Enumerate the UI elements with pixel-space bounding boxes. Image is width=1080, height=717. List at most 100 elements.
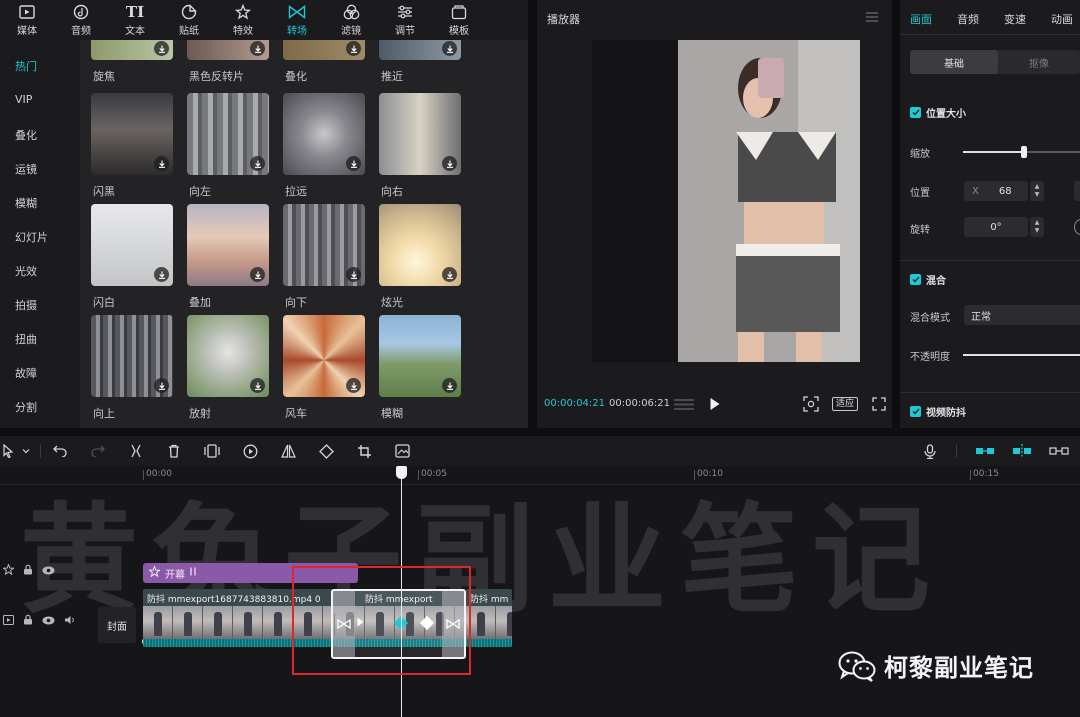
fit-button[interactable]: 适应 [832,397,859,411]
fullscreen-icon[interactable] [872,397,886,414]
effect-card[interactable]: 叠加 [187,204,269,310]
lock-icon[interactable] [23,614,33,628]
download-icon[interactable] [442,267,457,282]
effect-clip[interactable]: 开幕 [143,563,358,583]
effect-card[interactable]: 叠化 [283,40,365,84]
video-clip-1[interactable]: 防抖 mmexport1687743883810.mp4 0 [143,589,335,647]
effect-card[interactable]: 闪黑 [91,93,173,199]
category-light[interactable]: 光效 [15,263,37,279]
playhead-handle[interactable] [396,466,407,479]
transition-handle-left[interactable] [333,591,355,657]
download-icon[interactable] [154,156,169,171]
timeline-grid-icon[interactable] [674,398,694,414]
tool-effects[interactable]: 特效 [216,0,270,40]
redo-icon[interactable] [90,443,106,459]
reverse-play-icon[interactable] [242,443,258,459]
download-icon[interactable] [346,378,361,393]
download-icon[interactable] [442,378,457,393]
tab-picture[interactable]: 画面 [910,11,932,27]
chevron-down-icon[interactable] [18,443,34,459]
stabilize-section[interactable]: 视频防抖 [910,404,966,419]
chevron-down-icon[interactable]: ▼ [1035,227,1040,235]
play-icon[interactable] [709,397,721,414]
lock-icon[interactable] [23,564,33,578]
select-tool-icon[interactable] [0,443,16,459]
rotate-field[interactable]: 0° [964,217,1028,237]
keyframe-diamond-icon[interactable] [419,615,435,631]
video-clip-3[interactable]: 防抖 mm [466,589,512,647]
effect-card[interactable]: 旋焦 [91,40,173,84]
download-icon[interactable] [346,156,361,171]
tool-transition[interactable]: 转场 [270,0,324,40]
download-icon[interactable] [154,378,169,393]
effect-card[interactable]: 推近 [379,40,461,84]
download-icon[interactable] [442,41,457,56]
transition-handle-right[interactable] [442,591,464,657]
rotate-icon[interactable] [318,443,334,459]
tool-filter[interactable]: 滤镜 [324,0,378,40]
blend-mode-select[interactable]: 正常 [964,305,1080,325]
effect-card[interactable]: 放射 [187,315,269,421]
download-icon[interactable] [346,267,361,282]
tool-template[interactable]: 模板 [432,0,486,40]
download-icon[interactable] [250,267,265,282]
eye-icon[interactable] [42,565,55,578]
freeze-frame-icon[interactable] [204,443,220,459]
effect-card[interactable]: 向下 [283,204,365,310]
download-icon[interactable] [154,41,169,56]
eye-icon[interactable] [42,615,55,628]
category-vip[interactable]: VIP [15,93,32,106]
scale-slider-handle[interactable] [1020,146,1027,158]
subtab-basic[interactable]: 基础 [910,50,998,74]
download-icon[interactable] [250,41,265,56]
transition-selection[interactable] [331,589,466,659]
chevron-down-icon[interactable]: ▼ [1035,191,1040,199]
position-y-field[interactable] [1074,181,1080,201]
effect-card[interactable]: 向上 [91,315,173,421]
chevron-up-icon[interactable]: ▲ [1035,183,1040,191]
rotate-stepper[interactable]: ▲ ▼ [1030,217,1044,237]
auto-snap-icon[interactable] [1011,443,1033,459]
download-icon[interactable] [250,156,265,171]
category-glitch[interactable]: 故障 [15,365,37,381]
chevron-up-icon[interactable]: ▲ [1035,219,1040,227]
position-x-stepper[interactable]: ▲ ▼ [1030,181,1044,201]
category-slideshow[interactable]: 幻灯片 [15,229,48,245]
effect-card[interactable]: 黑色反转片 [187,40,269,84]
image-adjust-icon[interactable] [394,443,410,459]
undo-icon[interactable] [52,443,68,459]
download-icon[interactable] [250,378,265,393]
scale-slider[interactable] [963,146,1080,158]
download-icon[interactable] [442,156,457,171]
mirror-icon[interactable] [280,443,296,459]
tab-audio[interactable]: 音频 [957,11,979,27]
main-track-magnet-icon[interactable] [974,443,996,459]
position-size-section[interactable]: 位置大小 [910,105,966,120]
menu-icon[interactable] [866,12,878,25]
tool-adjust[interactable]: 调节 [378,0,432,40]
playhead[interactable] [396,466,407,717]
category-hot[interactable]: 热门 [15,58,37,74]
delete-icon[interactable] [166,443,182,459]
download-icon[interactable] [346,41,361,56]
position-x-field[interactable]: X 68 [964,181,1028,201]
category-shoot[interactable]: 拍摄 [15,297,37,313]
category-dissolve[interactable]: 叠化 [15,127,37,143]
volume-icon[interactable] [64,615,76,628]
video-preview[interactable] [592,40,860,362]
tool-text[interactable]: TI 文本 [108,0,162,40]
cover-button[interactable]: 封面 [98,607,136,643]
subtab-cutout[interactable]: 抠像 [998,50,1080,74]
tool-sticker[interactable]: 贴纸 [162,0,216,40]
effect-card[interactable]: 向左 [187,93,269,199]
download-icon[interactable] [154,267,169,282]
split-icon[interactable] [128,443,144,459]
effect-card[interactable]: 风车 [283,315,365,421]
category-blur[interactable]: 模糊 [15,195,37,211]
effect-card[interactable]: 闪白 [91,204,173,310]
category-distort[interactable]: 扭曲 [15,331,37,347]
crop-icon[interactable] [356,443,372,459]
tab-animation[interactable]: 动画 [1051,11,1073,27]
linkage-icon[interactable] [1048,443,1070,459]
blend-section[interactable]: 混合 [910,272,946,287]
